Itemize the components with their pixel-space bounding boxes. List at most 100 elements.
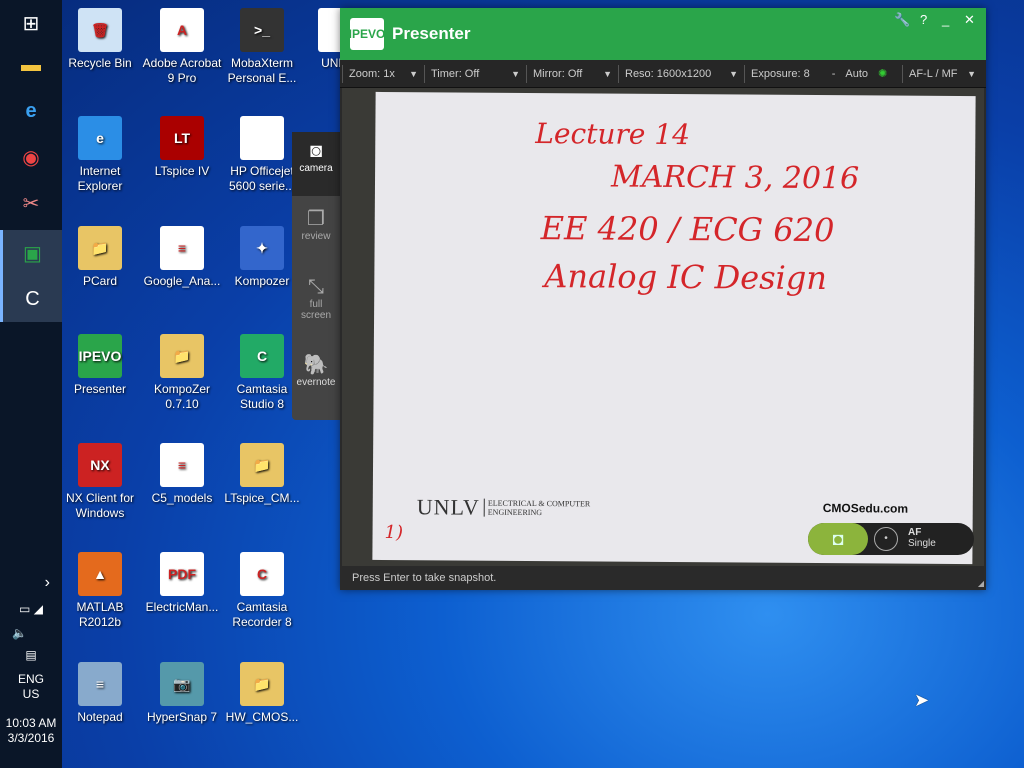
- evernote-tab[interactable]: 🐘 evernote: [292, 344, 340, 416]
- af-title: AF: [908, 527, 922, 538]
- app-icon: ≡: [160, 443, 204, 487]
- exposure-control[interactable]: Exposure: 8 - Auto ✺: [744, 64, 902, 83]
- windows-start-button[interactable]: ⊞: [0, 0, 62, 46]
- desktop-icon[interactable]: e Internet Explorer: [60, 116, 140, 194]
- desktop-icon[interactable]: ✦ Kompozer: [222, 226, 302, 289]
- close-button[interactable]: ✕: [964, 12, 975, 28]
- fullscreen-icon: ⤡: [308, 276, 324, 298]
- desktop-icon[interactable]: 📁 LTspice_CM...: [222, 443, 302, 506]
- desktop-icon-label: Kompozer: [234, 274, 290, 288]
- app-icon: IPEVO: [78, 334, 122, 378]
- fullscreen-tab[interactable]: ⤡ full screen: [292, 268, 340, 344]
- chevron-down-icon: ▼: [603, 68, 612, 79]
- desktop-icon-label: C5_models: [151, 491, 213, 505]
- timer-value: Timer: Off: [431, 67, 480, 80]
- zoom-select[interactable]: Zoom: 1x ▼: [342, 64, 424, 83]
- ipevo-logo: IPEVO: [349, 18, 385, 50]
- notifications-icon[interactable]: ▤: [0, 648, 62, 663]
- settings-wrench-icon[interactable]: 🔧: [894, 12, 910, 28]
- desktop-icon[interactable]: >_ MobaXterm Personal E...: [222, 8, 302, 86]
- clock[interactable]: 10:03 AM 3/3/2016: [0, 716, 62, 746]
- camera-tab[interactable]: ◙ camera: [292, 132, 340, 196]
- desktop-icon[interactable]: NX NX Client for Windows: [60, 443, 140, 521]
- auto-light-icon[interactable]: ✺: [878, 67, 887, 80]
- review-tab[interactable]: ❐ review: [292, 196, 340, 268]
- minimize-button[interactable]: _: [942, 12, 949, 27]
- app-icon: 📁: [160, 334, 204, 378]
- resolution-value: Reso: 1600x1200: [625, 67, 712, 80]
- focus-select[interactable]: AF-L / MF ▼: [902, 64, 982, 83]
- timer-select[interactable]: Timer: Off ▼: [424, 64, 526, 83]
- toolbar: Zoom: 1x ▼ Timer: Off ▼ Mirror: Off ▼ Reso:…: [340, 60, 986, 88]
- camtasia-taskbar-icon[interactable]: C: [0, 276, 62, 322]
- chrome-icon[interactable]: ◉: [0, 134, 62, 180]
- desktop-icon-label: Camtasia Studio 8: [236, 382, 288, 411]
- desktop-icon[interactable]: 📁 HW_CMOS...: [222, 662, 302, 725]
- app-icon: >_: [240, 8, 284, 52]
- desktop-icon[interactable]: IPEVO Presenter: [60, 334, 140, 397]
- camera-preview[interactable]: Lecture 14 MARCH 3, 2016 EE 420 / ECG 62…: [342, 88, 984, 566]
- status-bar: Press Enter to take snapshot.: [352, 572, 497, 584]
- desktop-icon[interactable]: PDF ElectricMan...: [142, 552, 222, 615]
- desktop-icon-label: Notepad: [77, 710, 123, 724]
- desktop-icon[interactable]: LT LTspice IV: [142, 116, 222, 179]
- mirror-select[interactable]: Mirror: Off ▼: [526, 64, 618, 83]
- resize-grip[interactable]: ◢: [978, 579, 984, 588]
- chevron-down-icon: ▼: [511, 68, 520, 79]
- capture-control: ◘ • AF Single: [808, 523, 974, 555]
- exposure-value: Exposure: 8: [751, 67, 810, 80]
- desktop-icon-label: HP Officejet 5600 serie...: [228, 164, 296, 193]
- app-icon: C: [240, 334, 284, 378]
- desktop-icon[interactable]: C Camtasia Recorder 8: [222, 552, 302, 630]
- desktop-icon[interactable]: C Camtasia Studio 8: [222, 334, 302, 412]
- battery-wifi-icons[interactable]: ▭ ◢: [0, 602, 62, 617]
- desktop-icon[interactable]: 📁 KompoZer 0.7.10: [142, 334, 222, 412]
- camera-label: camera: [299, 163, 333, 174]
- desktop-icon-label: LTspice IV: [154, 164, 210, 178]
- internet-explorer-icon[interactable]: e: [0, 88, 62, 134]
- tray-expand-chevron[interactable]: ›: [0, 575, 62, 591]
- app-icon: 🗑: [78, 8, 122, 52]
- unlv-department: ELECTRICAL & COMPUTER ENGINEERING: [483, 498, 614, 518]
- exposure-minus[interactable]: -: [832, 68, 836, 80]
- volume-icon[interactable]: 🔈: [0, 626, 62, 641]
- file-explorer-icon[interactable]: ▬: [0, 42, 62, 88]
- help-button[interactable]: ?: [920, 12, 927, 27]
- desktop-icon[interactable]: ▲ MATLAB R2012b: [60, 552, 140, 630]
- desktop-icon[interactable]: HP Officejet 5600 serie...: [222, 116, 302, 194]
- app-icon: e: [78, 116, 122, 160]
- desktop-icon-label: NX Client for Windows: [65, 491, 135, 520]
- desktop-icon[interactable]: A Adobe Acrobat 9 Pro: [142, 8, 222, 86]
- handwriting-line: Lecture 14: [535, 117, 691, 152]
- clock-date: 3/3/2016: [7, 731, 55, 745]
- camera-icon: ◘: [832, 528, 844, 549]
- snapshot-button[interactable]: ◘: [808, 523, 868, 555]
- language: ENG: [17, 672, 44, 686]
- app-icon: C: [240, 552, 284, 596]
- desktop-icon[interactable]: 📁 PCard: [60, 226, 140, 289]
- handwriting-line: EE 420 / ECG 620: [540, 209, 835, 250]
- snipping-tool-icon[interactable]: ✂: [0, 180, 62, 226]
- af-mode-button[interactable]: AF Single: [908, 527, 936, 549]
- site-label: CMOSedu.com: [822, 501, 909, 516]
- resolution-select[interactable]: Reso: 1600x1200 ▼: [618, 64, 744, 83]
- autofocus-icon[interactable]: •: [874, 527, 898, 551]
- presenter-taskbar-icon[interactable]: ▣: [0, 230, 62, 276]
- app-icon: LT: [160, 116, 204, 160]
- app-icon: A: [160, 8, 204, 52]
- desktop-icon-label: KompoZer 0.7.10: [153, 382, 211, 411]
- exposure-auto[interactable]: Auto: [845, 68, 868, 80]
- title-bar[interactable]: IPEVO Presenter 🔧 ? _ ✕: [340, 8, 986, 60]
- app-icon: 📁: [240, 662, 284, 706]
- language-indicator[interactable]: ENG US: [0, 672, 62, 702]
- desktop-icon[interactable]: ≡ Notepad: [60, 662, 140, 725]
- desktop-icon[interactable]: ≡ Google_Ana...: [142, 226, 222, 289]
- desktop-icon[interactable]: 🗑 Recycle Bin: [60, 8, 140, 71]
- app-icon: ✦: [240, 226, 284, 270]
- paper-document: Lecture 14 MARCH 3, 2016 EE 420 / ECG 62…: [372, 91, 976, 565]
- desktop-icon[interactable]: 📷 HyperSnap 7: [142, 662, 222, 725]
- focus-value: AF-L / MF: [909, 67, 958, 80]
- desktop-icon[interactable]: ≡ C5_models: [142, 443, 222, 506]
- desktop-icon-label: PCard: [82, 274, 117, 288]
- evernote-label: evernote: [296, 377, 336, 388]
